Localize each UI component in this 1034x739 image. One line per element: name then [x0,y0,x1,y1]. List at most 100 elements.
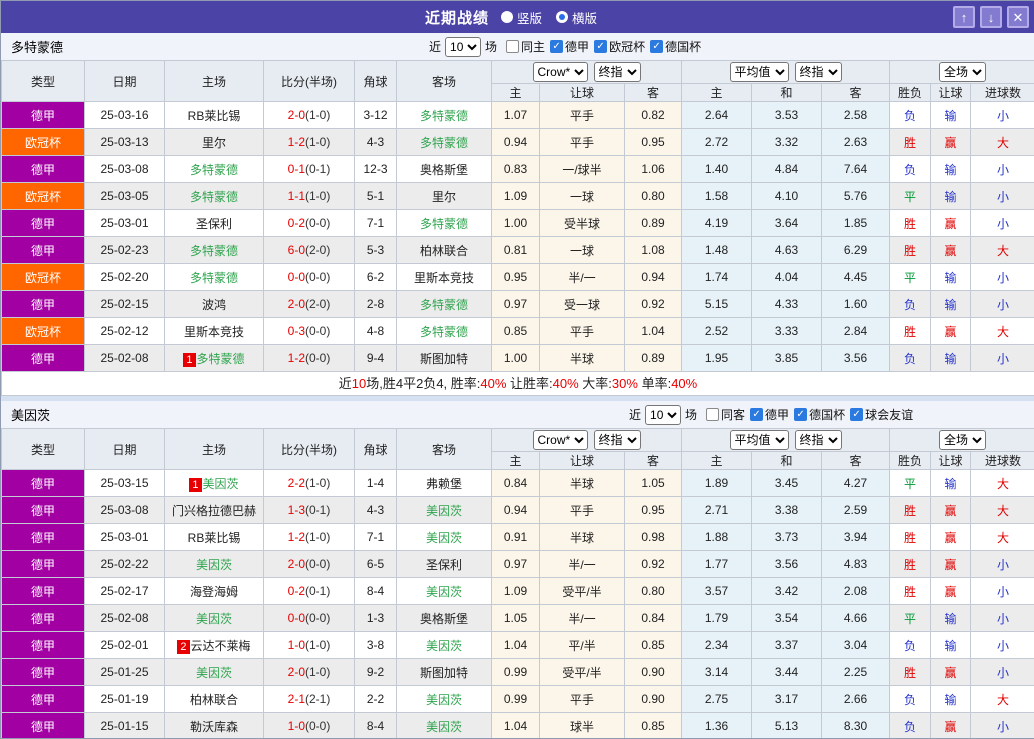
same-venue-checkbox[interactable]: 同主 [506,38,545,55]
score-cell: 6-0(2-0) [264,237,355,264]
avg-draw: 3.32 [752,129,822,156]
league-filter-checkbox[interactable]: ✓球会友谊 [850,406,913,423]
team-name-text: 美因茨 [196,612,232,626]
league-badge: 德甲 [2,210,85,237]
odds-home: 0.91 [492,524,540,551]
avg-draw: 5.13 [752,713,822,739]
odds-home: 1.09 [492,183,540,210]
match-count-select[interactable]: 10 [445,37,481,57]
corner-score: 12-3 [355,156,397,183]
radio-button-icon [501,11,513,23]
fulltime-score: 1-2 [288,351,305,365]
result-handicap: 输 [931,686,971,713]
checkbox-label: 同客 [721,406,745,423]
away-team: 多特蒙德 [397,291,492,318]
scroll-up-button[interactable]: ↑ [953,6,975,28]
match-row: 德甲25-02-22美因茨2-0(0-0)6-5圣保利0.97半/一0.921.… [2,551,1034,578]
home-team: 美因茨 [165,605,264,632]
halftime-score: (0-1) [305,503,330,517]
handicap-name: 一球 [540,183,625,210]
odds-home: 1.07 [492,102,540,129]
odds-home: 0.95 [492,264,540,291]
team-name-text: 多特蒙德 [420,136,468,150]
column-header: 客场 [397,429,492,470]
handicap-name: 半球 [540,524,625,551]
checkbox-icon: ✓ [850,408,863,421]
page-title: 近期战绩 [425,7,489,28]
scope-select[interactable]: 全场 [939,430,986,450]
checkbox-label: 德国杯 [809,406,845,423]
odds-company-select[interactable]: Crow* [533,62,588,82]
match-date: 25-03-13 [85,129,165,156]
layout-radio-vertical[interactable]: 竖版 [501,8,542,27]
column-subheader: 胜负 [890,84,931,102]
avg-away: 1.85 [822,210,890,237]
team-name-text: 门兴格拉德巴赫 [172,504,256,518]
close-button[interactable]: ✕ [1007,6,1029,28]
column-subheader: 让球 [540,84,625,102]
league-filter-checkbox[interactable]: ✓欧冠杯 [594,38,645,55]
odds-home: 0.81 [492,237,540,264]
home-team: 圣保利 [165,210,264,237]
scroll-down-button[interactable]: ↓ [980,6,1002,28]
corner-score: 4-3 [355,497,397,524]
result-outcome: 胜 [890,129,931,156]
match-row: 德甲25-03-08门兴格拉德巴赫1-3(0-1)4-3美因茨0.94平手0.9… [2,497,1034,524]
fulltime-score: 2-0 [288,665,305,679]
score-cell: 0-2(0-1) [264,578,355,605]
summary-text: 场,胜4平2负4, 胜率: [366,376,480,391]
avg-home: 1.77 [682,551,752,578]
team-name-text: 波鸿 [202,298,226,312]
avg-period-select[interactable]: 终指 [795,62,842,82]
odds-away: 0.95 [625,129,682,156]
odds-period-select[interactable]: 终指 [594,430,641,450]
halftime-score: (0-0) [305,611,330,625]
avg-home: 1.58 [682,183,752,210]
avg-away: 6.29 [822,237,890,264]
halftime-score: (1-0) [305,665,330,679]
same-venue-checkbox[interactable]: 同客 [706,406,745,423]
score-cell: 2-0(0-0) [264,551,355,578]
team-name: 多特蒙德 [11,37,63,56]
corner-score: 7-1 [355,524,397,551]
layout-radio-horizontal[interactable]: 横版 [556,8,597,27]
odds-home: 1.00 [492,345,540,372]
column-header: 主场 [165,429,264,470]
checkbox-label: 德甲 [565,38,589,55]
match-row: 德甲25-02-15波鸿2-0(2-0)2-8多特蒙德0.97受一球0.925.… [2,291,1034,318]
result-handicap: 赢 [931,129,971,156]
column-header: 客场 [397,61,492,102]
odds-home: 0.85 [492,318,540,345]
team-name-text: 里斯本竞技 [184,325,244,339]
result-handicap: 输 [931,470,971,497]
result-goals: 大 [971,129,1034,156]
halftime-score: (1-0) [305,108,330,122]
scope-select[interactable]: 全场 [939,62,986,82]
league-filter-checkbox[interactable]: ✓德国杯 [794,406,845,423]
match-row: 德甲25-03-16RB莱比锡2-0(1-0)3-12多特蒙德1.07平手0.8… [2,102,1034,129]
match-date: 25-02-15 [85,291,165,318]
halftime-score: (2-0) [305,243,330,257]
halftime-score: (0-0) [305,324,330,338]
league-filter-checkbox[interactable]: ✓德国杯 [650,38,701,55]
avg-draw: 4.63 [752,237,822,264]
checkbox-label: 欧冠杯 [609,38,645,55]
league-filter-checkbox[interactable]: ✓德甲 [750,406,789,423]
odds-company-select[interactable]: Crow* [533,430,588,450]
odds-away: 0.90 [625,686,682,713]
avg-odds-select[interactable]: 平均值 [730,62,789,82]
result-outcome: 胜 [890,551,931,578]
team-name-text: 美因茨 [426,504,462,518]
column-header: 角球 [355,429,397,470]
avg-odds-select[interactable]: 平均值 [730,430,789,450]
match-count-select[interactable]: 10 [645,405,681,425]
avg-draw: 3.56 [752,551,822,578]
odds-period-select[interactable]: 终指 [594,62,641,82]
match-date: 25-02-08 [85,345,165,372]
away-team: 美因茨 [397,686,492,713]
away-team: 美因茨 [397,713,492,739]
league-filter-checkbox[interactable]: ✓德甲 [550,38,589,55]
match-date: 25-03-08 [85,156,165,183]
column-subheader: 主 [492,452,540,470]
avg-period-select[interactable]: 终指 [795,430,842,450]
